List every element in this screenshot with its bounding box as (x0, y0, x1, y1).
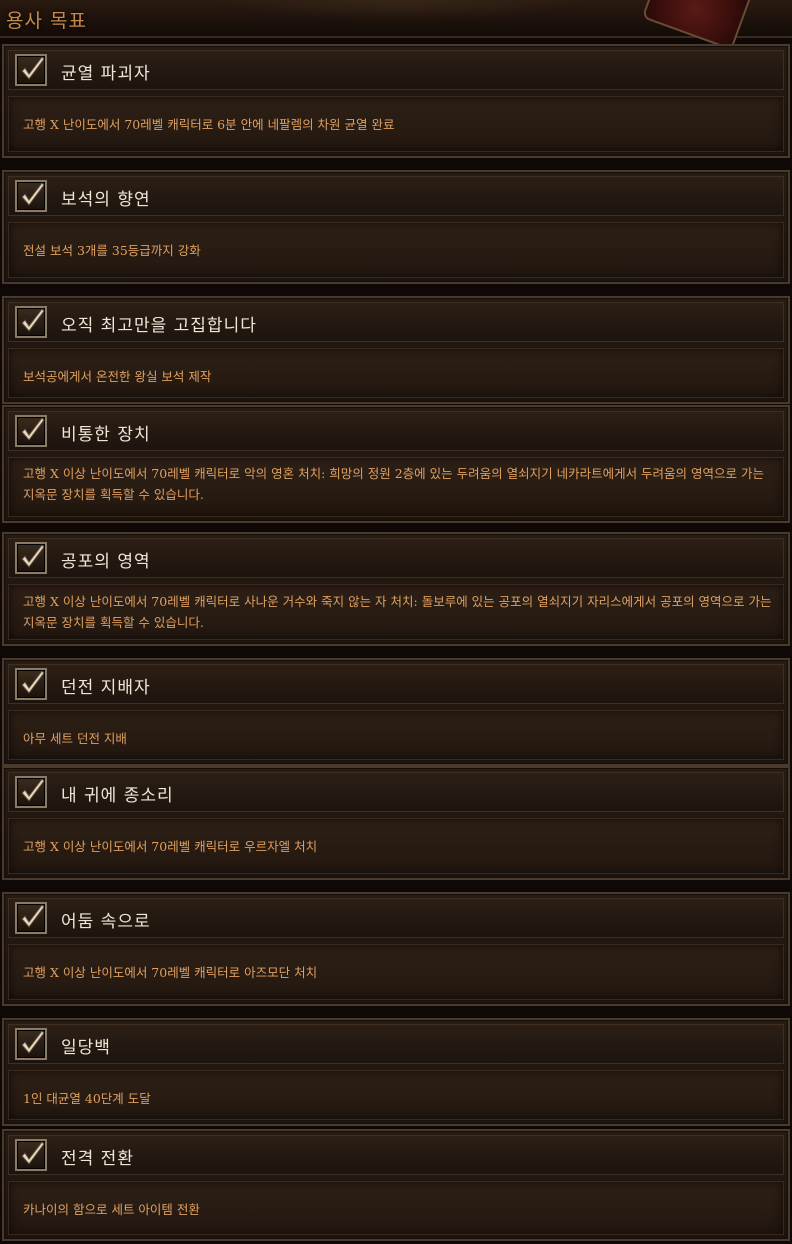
checkmark-icon (21, 778, 45, 802)
objective-card: 보석의 향연 전설 보석 3개를 35등급까지 강화 (2, 170, 790, 284)
checkmark-icon (21, 56, 45, 80)
objective-title: 어둠 속으로 (61, 912, 151, 932)
objective-description-box: 1인 대균열 40단계 도달 (8, 1070, 784, 1120)
checkmark-icon (21, 544, 45, 568)
objective-description-box: 고행 X 이상 난이도에서 70레벨 캐릭터로 아즈모단 처치 (8, 944, 784, 1000)
objective-description-box: 아무 세트 던전 지배 (8, 710, 784, 760)
objective-title: 일당백 (61, 1038, 111, 1058)
checkmark-icon (21, 308, 45, 332)
page-title: 용사 목표 (6, 10, 87, 32)
objective-description: 고행 X 난이도에서 70레벨 캐릭터로 6분 안에 네팔렘의 차원 균열 완료 (23, 117, 395, 132)
completed-checkbox[interactable] (15, 415, 47, 447)
objective-description: 고행 X 이상 난이도에서 70레벨 캐릭터로 우르자엘 처치 (23, 839, 318, 854)
objective-description: 고행 X 이상 난이도에서 70레벨 캐릭터로 사나운 거수와 죽지 않는 자 … (23, 594, 772, 630)
completed-checkbox[interactable] (15, 1139, 47, 1171)
objective-title-bar: 어둠 속으로 (8, 898, 784, 938)
objective-title-bar: 균열 파괴자 (8, 50, 784, 90)
objective-description: 전설 보석 3개를 35등급까지 강화 (23, 243, 201, 258)
completed-checkbox[interactable] (15, 542, 47, 574)
objective-title-bar: 공포의 영역 (8, 538, 784, 578)
objective-card: 내 귀에 종소리 고행 X 이상 난이도에서 70레벨 캐릭터로 우르자엘 처치 (2, 766, 790, 880)
header-ornament (210, 0, 590, 20)
objective-title: 내 귀에 종소리 (61, 786, 174, 806)
objective-card: 어둠 속으로 고행 X 이상 난이도에서 70레벨 캐릭터로 아즈모단 처치 (2, 892, 790, 1006)
objective-description-box: 고행 X 난이도에서 70레벨 캐릭터로 6분 안에 네팔렘의 차원 균열 완료 (8, 96, 784, 152)
header-bar: 용사 목표 (0, 0, 792, 51)
objective-description: 고행 X 이상 난이도에서 70레벨 캐릭터로 악의 영혼 처치: 희망의 정원… (23, 466, 764, 502)
objective-card: 일당백 1인 대균열 40단계 도달 (2, 1018, 790, 1126)
completed-checkbox[interactable] (15, 54, 47, 86)
checkmark-icon (21, 182, 45, 206)
objective-description: 고행 X 이상 난이도에서 70레벨 캐릭터로 아즈모단 처치 (23, 965, 318, 980)
checkmark-icon (21, 417, 45, 441)
crest-emblem-icon (641, 0, 755, 51)
checkmark-icon (21, 904, 45, 928)
objective-title-bar: 일당백 (8, 1024, 784, 1064)
objective-title-bar: 오직 최고만을 고집합니다 (8, 302, 784, 342)
objective-title: 공포의 영역 (61, 552, 151, 572)
objective-description-box: 보석공에게서 온전한 왕실 보석 제작 (8, 348, 784, 398)
objective-description-box: 고행 X 이상 난이도에서 70레벨 캐릭터로 우르자엘 처치 (8, 818, 784, 874)
objective-title-bar: 전격 전환 (8, 1135, 784, 1175)
objective-description-box: 카나이의 함으로 세트 아이템 전환 (8, 1181, 784, 1235)
objective-description: 보석공에게서 온전한 왕실 보석 제작 (23, 369, 212, 384)
objective-description-box: 고행 X 이상 난이도에서 70레벨 캐릭터로 악의 영혼 처치: 희망의 정원… (8, 457, 784, 517)
objective-title: 보석의 향연 (61, 190, 151, 210)
objective-description-box: 전설 보석 3개를 35등급까지 강화 (8, 222, 784, 278)
objective-title: 전격 전환 (61, 1149, 134, 1169)
objective-card: 전격 전환 카나이의 함으로 세트 아이템 전환 (2, 1129, 790, 1241)
checkmark-icon (21, 1141, 45, 1165)
completed-checkbox[interactable] (15, 776, 47, 808)
objective-title: 비통한 장치 (61, 425, 151, 445)
objective-title-bar: 던전 지배자 (8, 664, 784, 704)
completed-checkbox[interactable] (15, 902, 47, 934)
objective-description: 1인 대균열 40단계 도달 (23, 1091, 151, 1106)
objective-title: 균열 파괴자 (61, 64, 151, 84)
completed-checkbox[interactable] (15, 668, 47, 700)
objective-title-bar: 비통한 장치 (8, 411, 784, 451)
objective-card: 공포의 영역 고행 X 이상 난이도에서 70레벨 캐릭터로 사나운 거수와 죽… (2, 532, 790, 646)
objective-card: 비통한 장치 고행 X 이상 난이도에서 70레벨 캐릭터로 악의 영혼 처치:… (2, 405, 790, 523)
objective-card: 던전 지배자 아무 세트 던전 지배 (2, 658, 790, 766)
objective-card: 균열 파괴자 고행 X 난이도에서 70레벨 캐릭터로 6분 안에 네팔렘의 차… (2, 44, 790, 158)
completed-checkbox[interactable] (15, 306, 47, 338)
objective-title-bar: 내 귀에 종소리 (8, 772, 784, 812)
completed-checkbox[interactable] (15, 1028, 47, 1060)
objective-description: 아무 세트 던전 지배 (23, 731, 127, 746)
objective-description: 카나이의 함으로 세트 아이템 전환 (23, 1202, 200, 1217)
objective-title: 오직 최고만을 고집합니다 (61, 316, 257, 336)
checkmark-icon (21, 670, 45, 694)
objective-title: 던전 지배자 (61, 678, 151, 698)
objective-description-box: 고행 X 이상 난이도에서 70레벨 캐릭터로 사나운 거수와 죽지 않는 자 … (8, 584, 784, 640)
objective-title-bar: 보석의 향연 (8, 176, 784, 216)
completed-checkbox[interactable] (15, 180, 47, 212)
objective-card: 오직 최고만을 고집합니다 보석공에게서 온전한 왕실 보석 제작 (2, 296, 790, 404)
checkmark-icon (21, 1030, 45, 1054)
